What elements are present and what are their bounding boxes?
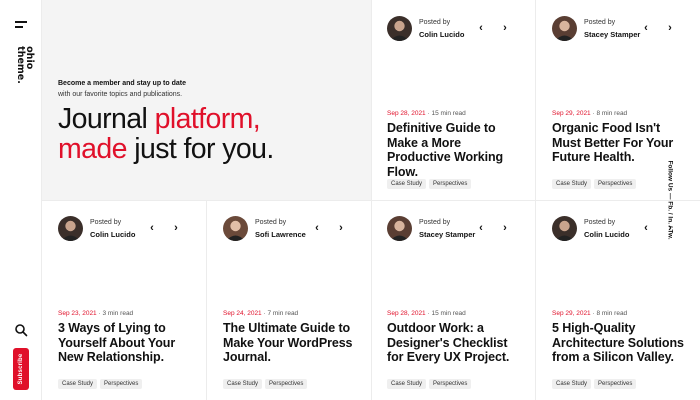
- read-time: · 3 min read: [96, 310, 134, 317]
- read-time: · 15 min read: [425, 310, 466, 317]
- post-meta: Sep 29, 2021 · 8 min read: [552, 110, 627, 117]
- post-tags: Case Study Perspectives: [387, 172, 474, 190]
- hero-title-part-2: platform,: [154, 103, 261, 135]
- posted-by-label: Posted by: [419, 19, 451, 26]
- author-name[interactable]: Colin Lucido: [90, 230, 135, 239]
- tag-chip[interactable]: Perspectives: [429, 379, 472, 389]
- chevron-left-icon[interactable]: ‹: [640, 23, 652, 35]
- author-avatar[interactable]: [387, 16, 412, 41]
- read-time: · 8 min read: [590, 110, 628, 117]
- tag-chip[interactable]: Case Study: [58, 379, 98, 389]
- chevron-left-icon[interactable]: ‹: [475, 223, 487, 235]
- post-date: Sep 28, 2021: [387, 310, 426, 317]
- posted-by-label: Posted by: [584, 19, 616, 26]
- post-card[interactable]: Posted by Sofi Lawrence ‹ › Sep 24, 2021…: [207, 200, 371, 400]
- post-date: Sep 28, 2021: [387, 110, 426, 117]
- author-avatar[interactable]: [552, 216, 577, 241]
- tag-chip[interactable]: Case Study: [387, 179, 427, 189]
- post-tags: Case Study Perspectives: [387, 372, 474, 390]
- post-meta: Sep 28, 2021 · 15 min read: [387, 110, 466, 117]
- hero-subtitle: with our favorite topics and publication…: [58, 91, 183, 98]
- author-avatar[interactable]: [552, 16, 577, 41]
- logo-line-2: theme.: [14, 46, 26, 84]
- author-name[interactable]: Stacey Stamper: [584, 30, 640, 39]
- hero-title-part-4: just for you.: [126, 133, 274, 165]
- hero-section: Become a member and stay up to date with…: [42, 0, 371, 200]
- posted-by-label: Posted by: [255, 219, 287, 226]
- hero-title-part-3: made: [58, 133, 128, 165]
- author-name[interactable]: Stacey Stamper: [419, 230, 475, 239]
- chevron-right-icon[interactable]: ›: [170, 223, 182, 235]
- read-time: · 8 min read: [590, 310, 628, 317]
- hero-title-part-1: Journal: [58, 103, 155, 135]
- author-name[interactable]: Sofi Lawrence: [255, 230, 306, 239]
- post-meta: Sep 24, 2021 · 7 min read: [223, 310, 298, 317]
- tag-chip[interactable]: Case Study: [387, 379, 427, 389]
- post-date: Sep 23, 2021: [58, 310, 97, 317]
- subscribe-label: Subscribe: [18, 353, 24, 385]
- menu-icon[interactable]: [15, 21, 27, 29]
- tag-chip[interactable]: Perspectives: [594, 379, 637, 389]
- post-tags: Case Study Perspectives: [552, 172, 639, 190]
- read-time: · 15 min read: [425, 110, 466, 117]
- social-links[interactable]: Follow Us — Fb. / In. / Tw.: [662, 140, 678, 260]
- chevron-right-icon[interactable]: ›: [664, 23, 676, 35]
- site-logo[interactable]: ohio theme.: [12, 46, 35, 84]
- post-title[interactable]: Outdoor Work: a Designer's Checklist for…: [387, 321, 527, 365]
- left-rail: ohio theme. Subscribe: [0, 0, 42, 400]
- author-name[interactable]: Colin Lucido: [419, 30, 464, 39]
- post-meta: Sep 29, 2021 · 8 min read: [552, 310, 627, 317]
- author-avatar[interactable]: [387, 216, 412, 241]
- post-meta: Sep 28, 2021 · 15 min read: [387, 310, 466, 317]
- chevron-left-icon[interactable]: ‹: [146, 223, 158, 235]
- hero-title: Journal platform, made just for you.: [58, 104, 274, 164]
- social-text[interactable]: Follow Us — Fb. / In. / Tw.: [667, 160, 674, 239]
- read-time: · 7 min read: [261, 310, 299, 317]
- tag-chip[interactable]: Perspectives: [265, 379, 308, 389]
- author-name[interactable]: Colin Lucido: [584, 230, 629, 239]
- post-date: Sep 29, 2021: [552, 110, 591, 117]
- tag-chip[interactable]: Perspectives: [429, 179, 472, 189]
- author-avatar[interactable]: [223, 216, 248, 241]
- chevron-left-icon[interactable]: ‹: [475, 23, 487, 35]
- author-avatar[interactable]: [58, 216, 83, 241]
- posted-by-label: Posted by: [584, 219, 616, 226]
- chevron-left-icon[interactable]: ‹: [311, 223, 323, 235]
- tag-chip[interactable]: Perspectives: [594, 179, 637, 189]
- chevron-right-icon[interactable]: ›: [335, 223, 347, 235]
- post-title[interactable]: Definitive Guide to Make a More Producti…: [387, 121, 527, 179]
- search-icon[interactable]: [14, 323, 28, 337]
- post-title[interactable]: 3 Ways of Lying to Yourself About Your N…: [58, 321, 198, 365]
- post-card[interactable]: Posted by Stacey Stamper ‹ › Sep 28, 202…: [371, 200, 535, 400]
- posted-by-label: Posted by: [419, 219, 451, 226]
- tag-chip[interactable]: Case Study: [552, 179, 592, 189]
- post-date: Sep 24, 2021: [223, 310, 262, 317]
- post-title[interactable]: The Ultimate Guide to Make Your WordPres…: [223, 321, 363, 365]
- post-date: Sep 29, 2021: [552, 310, 591, 317]
- post-card[interactable]: Posted by Colin Lucido ‹ › Sep 28, 2021 …: [371, 0, 535, 200]
- chevron-left-icon[interactable]: ‹: [640, 223, 652, 235]
- post-tags: Case Study Perspectives: [223, 372, 310, 390]
- post-tags: Case Study Perspectives: [552, 372, 639, 390]
- post-card[interactable]: Posted by Colin Lucido ‹ › Sep 23, 2021 …: [42, 200, 206, 400]
- tag-chip[interactable]: Case Study: [552, 379, 592, 389]
- post-title[interactable]: 5 High-Quality Architecture Solutions fr…: [552, 321, 692, 365]
- chevron-right-icon[interactable]: ›: [499, 23, 511, 35]
- subscribe-button[interactable]: Subscribe: [13, 348, 29, 390]
- tag-chip[interactable]: Case Study: [223, 379, 263, 389]
- tag-chip[interactable]: Perspectives: [100, 379, 143, 389]
- posted-by-label: Posted by: [90, 219, 122, 226]
- post-tags: Case Study Perspectives: [58, 372, 145, 390]
- hero-kicker: Become a member and stay up to date: [58, 80, 186, 87]
- chevron-right-icon[interactable]: ›: [499, 223, 511, 235]
- post-meta: Sep 23, 2021 · 3 min read: [58, 310, 133, 317]
